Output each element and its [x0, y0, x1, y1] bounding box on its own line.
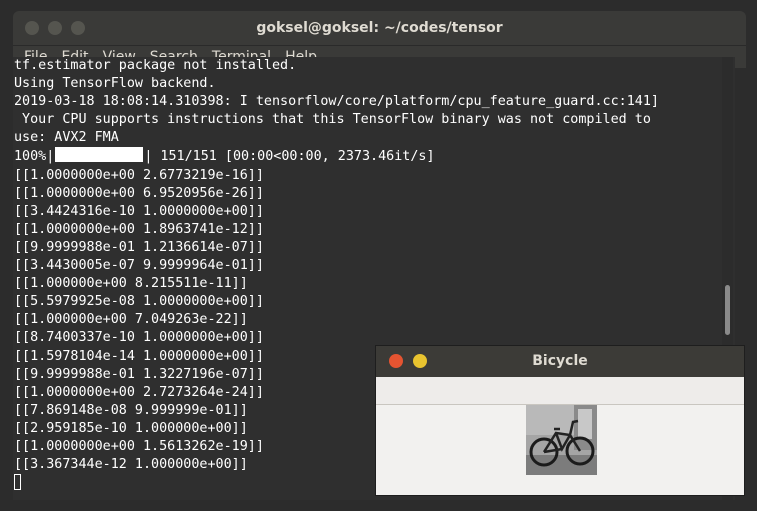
- prediction-output-line: [[1.000000e+00 8.215511e-11]]: [14, 276, 248, 292]
- bicycle-window-title: Bicycle: [532, 353, 588, 369]
- progress-line: 100%| | 151/151 [00:00<00:00, 2373.46it/s…: [13, 147, 735, 166]
- prediction-output-line: [[5.5979925e-08 1.0000000e+00]]: [14, 294, 264, 310]
- terminal-titlebar[interactable]: goksel@goksel: ~/codes/tensor: [13, 11, 746, 46]
- bicycle-photo: [526, 405, 597, 475]
- bicycle-toolbar: [376, 377, 744, 405]
- progress-suffix: | 151/151 [00:00<00:00, 2373.46it/s]: [144, 149, 435, 165]
- prediction-output-line: [[1.0000000e+00 1.8963741e-12]]: [14, 221, 264, 237]
- window-title: goksel@goksel: ~/codes/tensor: [256, 20, 503, 36]
- prediction-output-line: [[3.4430005e-07 9.9999964e-01]]: [14, 258, 264, 274]
- progress-bar: [55, 147, 144, 163]
- output-line: use: AVX2 FMA: [14, 130, 119, 146]
- prediction-output-line: [[1.000000e+00 7.049263e-22]]: [14, 312, 248, 328]
- progress-percent: 100%|: [14, 149, 55, 165]
- output-line: Your CPU supports instructions that this…: [14, 112, 651, 128]
- scrollbar-thumb[interactable]: [725, 285, 730, 335]
- output-line: tf.estimator package not installed.: [14, 58, 297, 73]
- output-line: 2019-03-18 18:08:14.310398: I tensorflow…: [14, 94, 659, 110]
- bicycle-image: [526, 405, 597, 475]
- prediction-output-line: [[1.0000000e+00 2.6773219e-16]]: [14, 167, 264, 183]
- prediction-output-line: [[9.9999988e-01 1.2136614e-07]]: [14, 239, 264, 255]
- bicycle-window: Bicycle: [375, 345, 745, 496]
- output-line: Using TensorFlow backend.: [14, 76, 216, 92]
- bicycle-titlebar[interactable]: Bicycle: [376, 346, 744, 377]
- prediction-output-line: [[1.0000000e+00 6.9520956e-26]]: [14, 185, 264, 201]
- prediction-output-line: [[3.4424316e-10 1.0000000e+00]]: [14, 203, 264, 219]
- cursor: [14, 474, 21, 491]
